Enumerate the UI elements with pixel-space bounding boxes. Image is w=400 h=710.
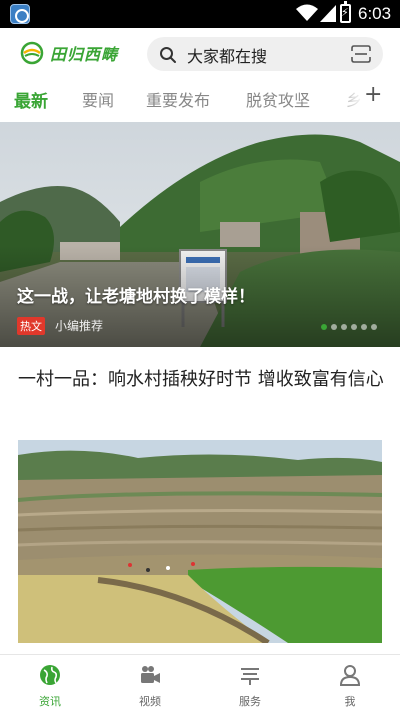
carousel-dot [351, 324, 357, 330]
status-bar: 6:03 [0, 0, 400, 28]
carousel-dot [331, 324, 337, 330]
carousel-dot [361, 324, 367, 330]
carousel-dot [321, 324, 327, 330]
nav-news[interactable]: 资讯 [0, 655, 100, 710]
carousel-dot [371, 324, 377, 330]
app-notification-icon [10, 4, 30, 24]
nav-service[interactable]: 服务 [200, 655, 300, 710]
rice-terrace-photo [18, 440, 382, 643]
user-icon [339, 665, 361, 686]
banner-image [0, 122, 400, 347]
status-time: 6:03 [358, 4, 392, 23]
logo-text: 田归西畴 [50, 45, 119, 64]
globe-icon [40, 665, 60, 685]
app-logo: 田归西畴 [20, 40, 118, 66]
scan-icon[interactable] [351, 45, 371, 63]
top-header: 田归西畴 大家都在搜 [0, 28, 400, 78]
nav-me[interactable]: 我 [300, 655, 400, 710]
service-list-icon [241, 668, 259, 685]
tab-announcements[interactable]: 重要发布 [146, 87, 210, 111]
article-image[interactable] [18, 440, 382, 643]
tab-headlines[interactable]: 要闻 [82, 87, 114, 111]
add-tab-icon[interactable]: + [364, 82, 382, 107]
signal-icon [320, 5, 336, 22]
carousel-indicator [321, 324, 377, 330]
banner-title: 这一战，让老塘地村换了模样！ [17, 287, 255, 307]
category-tabs: 最新 要闻 重要发布 脱贫攻坚 乡 + [0, 80, 400, 120]
article-title[interactable]: 一村一品：响水村插秧好时节 增收致富有信心 [18, 366, 384, 394]
battery-icon [340, 1, 351, 23]
video-camera-icon [141, 666, 160, 683]
banner-source: 小编推荐 [55, 319, 104, 333]
nav-label: 服务 [239, 695, 261, 708]
logo-mark-icon [20, 41, 44, 65]
carousel-dot [341, 324, 347, 330]
search-placeholder: 大家都在搜 [187, 47, 268, 66]
nav-label: 视频 [139, 695, 161, 708]
wifi-icon [296, 4, 318, 21]
nav-video[interactable]: 视频 [100, 655, 200, 710]
bottom-navigation: 资讯 视频 服务 我 [0, 654, 400, 710]
search-icon [160, 47, 176, 63]
nav-label: 资讯 [39, 695, 61, 708]
search-bar[interactable]: 大家都在搜 [147, 37, 383, 71]
tab-latest[interactable]: 最新 [14, 87, 48, 112]
nav-label: 我 [344, 695, 356, 708]
tab-poverty-alleviation[interactable]: 脱贫攻坚 [246, 87, 310, 111]
featured-banner[interactable]: 这一战，让老塘地村换了模样！ 热文 小编推荐 [0, 122, 400, 347]
hot-tag-badge: 热文 [17, 317, 45, 335]
tabs-fade [330, 80, 364, 120]
